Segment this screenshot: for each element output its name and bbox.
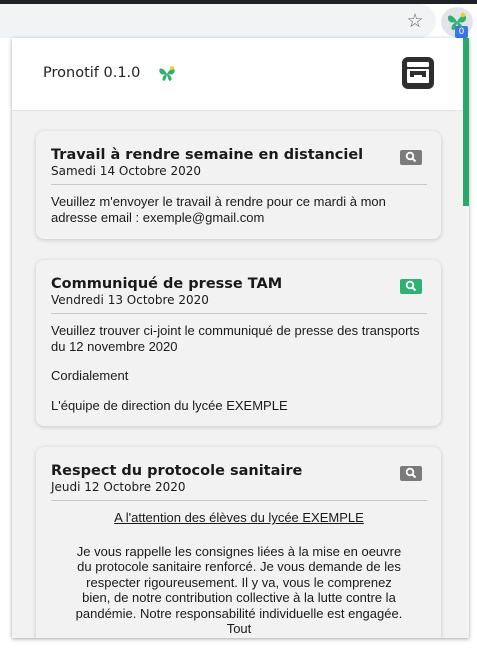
notification-card: Communiqué de presse TAM Vendredi 13 Oct… (36, 260, 441, 426)
card-body: Veuillez trouver ci-joint le communiqué … (51, 323, 427, 413)
magnifier-icon (405, 467, 417, 479)
popup-header: Pronotif 0.1.0 (12, 38, 463, 111)
extension-popup: Pronotif 0.1.0 Travail à rendre semaine … (12, 38, 469, 638)
inbox-tray-icon[interactable] (401, 56, 435, 90)
extension-badge: 0 (455, 26, 468, 38)
notification-feed: Travail à rendre semaine en distanciel S… (12, 111, 463, 638)
divider (51, 500, 427, 501)
card-date: Samedi 14 Octobre 2020 (51, 164, 202, 178)
notification-card: Respect du protocole sanitaire Jeudi 12 … (36, 447, 441, 638)
card-body: Veuillez m'envoyer le travail à rendre p… (51, 194, 427, 225)
card-paragraph: Veuillez trouver ci-joint le communiqué … (51, 323, 420, 354)
card-paragraph: L'équipe de direction du lycée EXEMPLE (51, 397, 288, 413)
butterfly-logo-icon (159, 66, 175, 81)
card-paragraph: Veuillez m'envoyer le travail à rendre p… (51, 194, 386, 225)
divider (51, 184, 427, 185)
card-heading: A l'attention des élèves du lycée EXEMPL… (114, 510, 364, 525)
view-button[interactable] (400, 279, 422, 294)
app-title: Pronotif 0.1.0 (43, 65, 141, 81)
view-button[interactable] (400, 150, 422, 165)
card-title: Travail à rendre semaine en distanciel (51, 147, 364, 163)
magnifier-icon (405, 151, 417, 163)
card-date: Vendredi 13 Octobre 2020 (51, 293, 209, 307)
card-title: Respect du protocole sanitaire (51, 463, 303, 479)
magnifier-icon (405, 280, 417, 292)
card-body: A l'attention des élèves du lycée EXEMPL… (51, 510, 427, 637)
card-paragraph: Je vous rappelle les consignes liées à l… (75, 543, 403, 637)
view-button[interactable] (400, 466, 422, 481)
card-title: Communiqué de presse TAM (51, 276, 283, 292)
address-bar[interactable] (0, 4, 436, 38)
bookmark-star-icon[interactable]: ☆ (404, 10, 426, 32)
divider (51, 313, 427, 314)
card-date: Jeudi 12 Octobre 2020 (51, 480, 186, 494)
browser-toolbar: ☆ 0 (0, 0, 477, 38)
notification-card: Travail à rendre semaine en distanciel S… (36, 131, 441, 239)
card-paragraph: Cordialement (51, 368, 129, 383)
scrollbar-thumb[interactable] (463, 38, 469, 206)
